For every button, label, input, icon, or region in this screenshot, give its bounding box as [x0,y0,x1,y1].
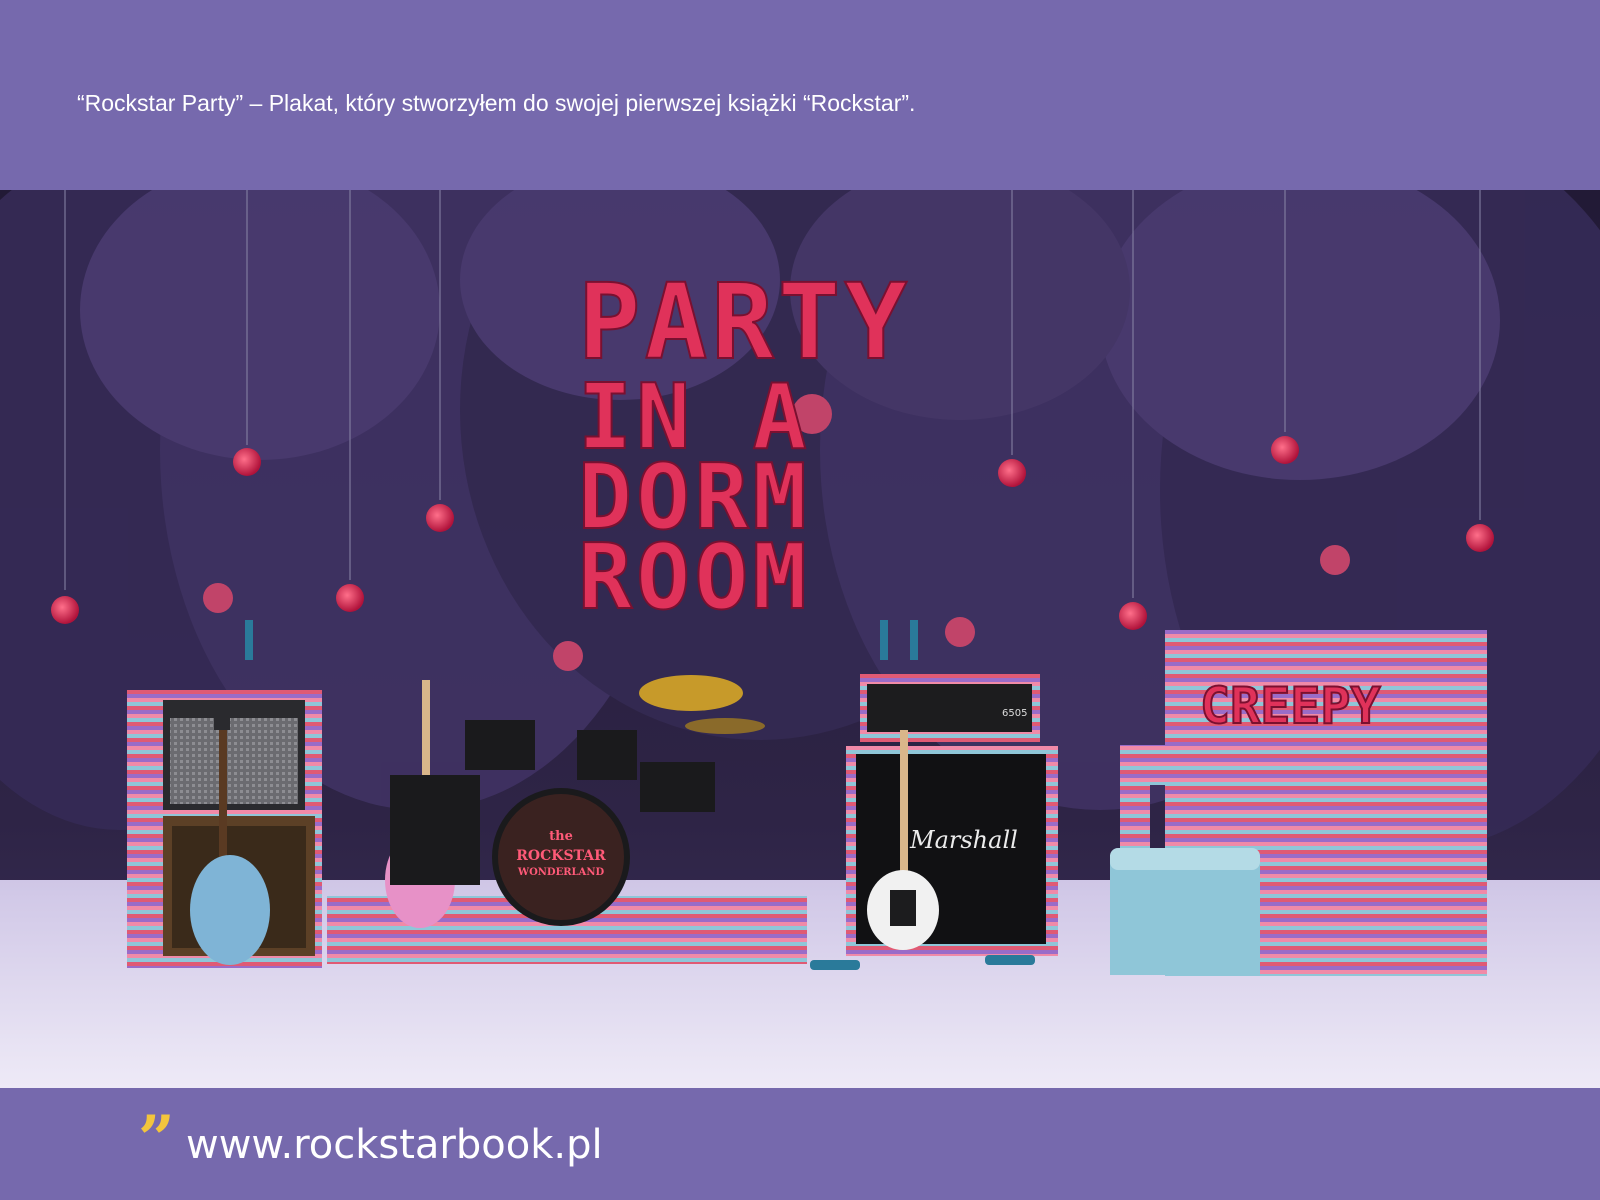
drum-text-wonderland: WONDERLAND [517,867,605,878]
piano: CREEPY [1110,630,1487,976]
amp-model-label: 6505 [1002,708,1027,719]
header-band: “Rockstar Party” – Plakat, który stworzy… [0,0,1600,190]
drum-text-rockstar: ROCKSTAR [516,848,606,864]
poster-image: PARTY IN A DORM ROOM the ROCKSTAR WONDER… [0,190,1600,1088]
drum-text-the: the [549,829,573,844]
title-line-room: ROOM [578,525,811,630]
poster-illustration: PARTY IN A DORM ROOM the ROCKSTAR WONDER… [0,190,1600,1088]
amp-brand-label: Marshall [909,826,1018,854]
page: “Rockstar Party” – Plakat, który stworzy… [0,0,1600,1200]
quote-icon: ” [138,1102,175,1177]
poster-caption: “Rockstar Party” – Plakat, który stworzy… [77,90,916,116]
website-link[interactable]: www.rockstarbook.pl [186,1122,603,1168]
piano-neon-sign: CREEPY [1200,677,1381,735]
